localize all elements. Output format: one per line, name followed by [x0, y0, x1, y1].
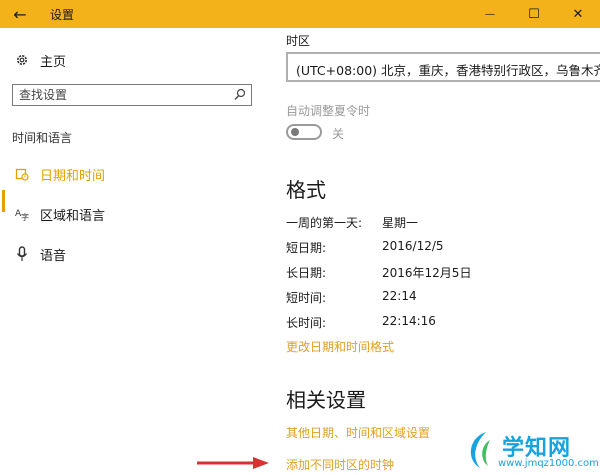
back-arrow-icon: ← [13, 4, 27, 24]
related-settings-heading: 相关设置 [286, 388, 366, 412]
minimize-button[interactable]: — [468, 0, 512, 28]
format-value: 星期一 [382, 216, 419, 230]
search-icon[interactable] [233, 87, 247, 103]
close-icon: ✕ [572, 6, 584, 22]
format-label: 短时间: [286, 291, 327, 305]
back-button[interactable]: ← [0, 0, 40, 28]
format-value: 22:14:16 [382, 314, 436, 328]
gear-icon [14, 50, 30, 70]
format-value: 2016年12月5日 [382, 266, 472, 280]
maximize-icon: ☐ [528, 6, 540, 22]
maximize-button[interactable]: ☐ [512, 0, 556, 28]
sidebar-item-label: 日期和时间 [40, 168, 106, 184]
sidebar-item-region-language[interactable]: A 字 区域和语言 [0, 202, 266, 226]
format-label: 短日期: [286, 241, 327, 255]
sidebar-item-home[interactable]: 主页 [0, 48, 266, 72]
dst-toggle[interactable] [286, 124, 322, 140]
format-value: 22:14 [382, 289, 417, 303]
timezone-dropdown[interactable]: (UTC+08:00) 北京，重庆，香港特别行政区，乌鲁木齐 [286, 52, 600, 82]
search-box[interactable] [12, 84, 252, 106]
toggle-knob [291, 128, 299, 136]
region-language-icon: A 字 [14, 204, 30, 224]
close-button[interactable]: ✕ [556, 0, 600, 28]
watermark-url: www.jmqz1000.com [498, 458, 599, 469]
sidebar: 主页 时间和语言 日期和时间 A 字 区域和语言 [0, 28, 266, 475]
sidebar-item-date-time[interactable]: 日期和时间 [0, 162, 266, 186]
search-input[interactable] [19, 87, 219, 103]
dst-label: 自动调整夏令时 [286, 104, 371, 118]
date-time-icon [14, 164, 30, 184]
sidebar-section-title: 时间和语言 [12, 131, 73, 145]
sidebar-item-label: 语音 [40, 248, 67, 264]
format-label: 长时间: [286, 316, 327, 330]
format-value: 2016/12/5 [382, 239, 444, 253]
window-title: 设置 [50, 8, 75, 22]
additional-date-time-region-link[interactable]: 其他日期、时间和区域设置 [286, 424, 430, 441]
main-content: 时区 (UTC+08:00) 北京，重庆，香港特别行政区，乌鲁木齐 自动调整夏令… [266, 28, 600, 475]
timezone-value: (UTC+08:00) 北京，重庆，香港特别行政区，乌鲁木齐 [296, 63, 600, 78]
svg-text:字: 字 [21, 212, 29, 221]
sidebar-item-label: 主页 [40, 54, 67, 70]
dst-toggle-state: 关 [332, 127, 345, 141]
microphone-icon [14, 244, 30, 264]
minimize-icon: — [485, 8, 495, 20]
timezone-label: 时区 [286, 34, 311, 48]
format-label: 长日期: [286, 266, 327, 280]
watermark: 学知网 www.jmqz1000.com [464, 430, 599, 472]
sidebar-item-speech[interactable]: 语音 [0, 242, 266, 266]
red-arrow-icon [197, 457, 269, 469]
format-heading: 格式 [286, 178, 326, 202]
title-bar: ← 设置 — ☐ ✕ [0, 0, 600, 28]
change-format-link[interactable]: 更改日期和时间格式 [286, 338, 394, 355]
add-clocks-link[interactable]: 添加不同时区的时钟 [286, 456, 394, 473]
format-label: 一周的第一天: [286, 216, 363, 230]
sidebar-item-label: 区域和语言 [40, 208, 106, 224]
watermark-logo-icon [470, 432, 490, 468]
